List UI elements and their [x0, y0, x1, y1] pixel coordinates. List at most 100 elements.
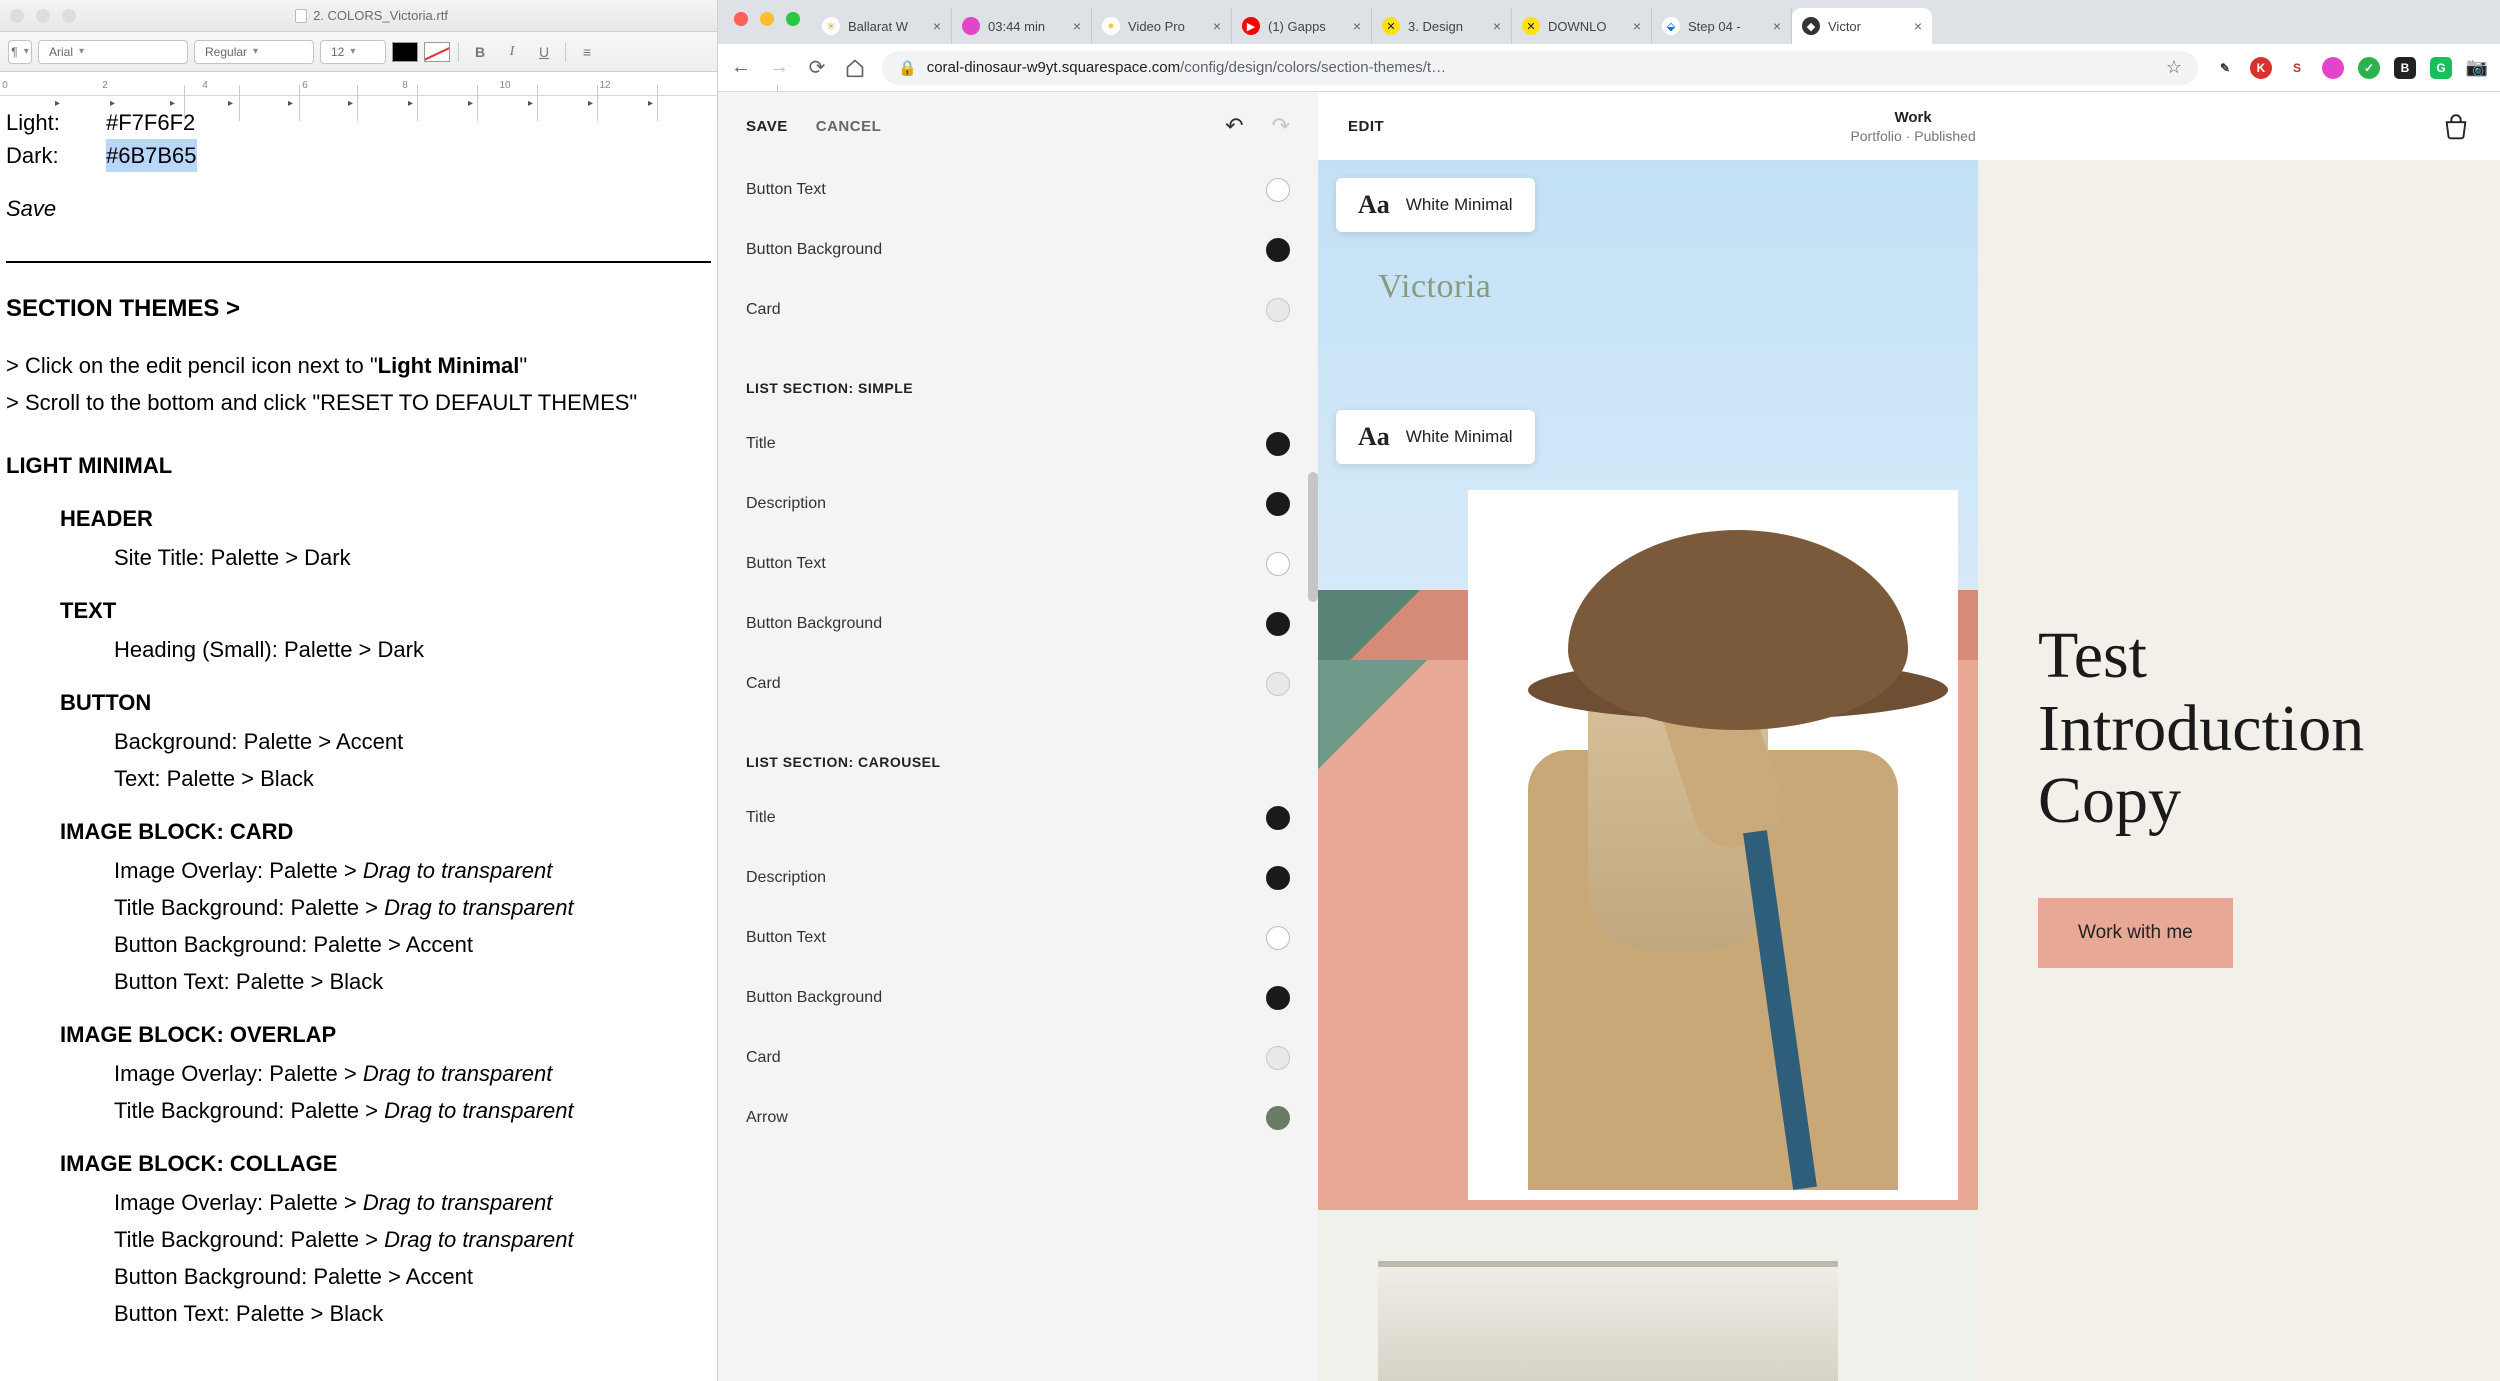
document-body[interactable]: Light:#F7F6F2 Dark:#6B7B65 Save SECTION … [0, 96, 717, 1381]
omnibox[interactable]: 🔒 coral-dinosaur-w9yt.squarespace.com/co… [882, 51, 2198, 85]
reload-button[interactable]: ⟳ [806, 57, 828, 79]
browser-tab[interactable]: ● Video Pro × [1092, 8, 1232, 44]
color-swatch[interactable] [1266, 492, 1290, 516]
close-tab-icon[interactable]: × [1493, 18, 1501, 34]
color-option-row[interactable]: Card [746, 280, 1290, 340]
color-swatch[interactable] [1266, 1106, 1290, 1130]
color-option-label: Button Text [746, 929, 826, 947]
bookmark-star-icon[interactable]: ☆ [2166, 57, 2182, 78]
preview-header: EDIT Work Portfolio · Published [1318, 92, 2500, 160]
undo-button[interactable]: ↶ [1225, 113, 1243, 139]
bold-button[interactable]: B [467, 40, 493, 64]
squarespace-sidebar: SAVE CANCEL ↶ ↷ Button Text Button Backg… [718, 92, 1318, 1381]
theme-badge-1[interactable]: Aa White Minimal [1336, 178, 1535, 232]
browser-tab[interactable]: 03:44 min × [952, 8, 1092, 44]
color-swatch[interactable] [1266, 672, 1290, 696]
home-[interactable] [844, 57, 866, 79]
favicon: ✳ [822, 17, 840, 35]
close-tab-icon[interactable]: × [933, 18, 941, 34]
color-swatch[interactable] [1266, 432, 1290, 456]
theme-badge-2[interactable]: Aa White Minimal [1336, 410, 1535, 464]
browser-tab[interactable]: ◆ Victor × [1792, 8, 1932, 44]
color-swatch[interactable] [1266, 238, 1290, 262]
browser-tab[interactable]: ⬙ Step 04 - × [1652, 8, 1792, 44]
color-option-row[interactable]: Card [746, 1028, 1290, 1088]
edit-button[interactable]: EDIT [1348, 118, 1384, 135]
paragraph-style-select[interactable]: ¶▾ [8, 40, 32, 64]
color-option-row[interactable]: Button Text [746, 160, 1290, 220]
color-option-row[interactable]: Description [746, 848, 1290, 908]
card-l1: Image Overlay: Palette > Drag to transpa… [60, 854, 711, 887]
ruler[interactable]: 0 2 4 6 8 10 12 ▸ ▸ ▸ ▸ ▸ ▸ ▸ ▸ ▸ ▸ ▸ [0, 72, 717, 96]
color-swatch[interactable] [1266, 298, 1290, 322]
color-option-row[interactable]: Description [746, 474, 1290, 534]
align-left-button[interactable]: ≡ [574, 40, 600, 64]
maximize-window-icon[interactable] [786, 12, 800, 26]
ext-k-icon[interactable]: K [2250, 57, 2272, 79]
color-swatch[interactable] [1266, 552, 1290, 576]
browser-tab[interactable]: ✕ DOWNLO × [1512, 8, 1652, 44]
browser-tab[interactable]: ▶ (1) Gapps × [1232, 8, 1372, 44]
theme-badge-1-label: White Minimal [1406, 195, 1513, 215]
ext-pink-icon[interactable] [2322, 57, 2344, 79]
color-option-label: Button Background [746, 241, 882, 259]
text-color-swatch[interactable] [392, 42, 418, 62]
ext-camera-icon[interactable]: 📷 [2466, 57, 2488, 79]
close-tab-icon[interactable]: × [1073, 18, 1081, 34]
color-swatch[interactable] [1266, 926, 1290, 950]
sidebar-options-list[interactable]: Button Text Button Background Card LIST … [718, 160, 1318, 1381]
traffic-lights-inactive[interactable] [10, 9, 76, 23]
font-family-select[interactable]: Arial▾ [38, 40, 188, 64]
color-swatch[interactable] [1266, 612, 1290, 636]
color-option-row[interactable]: Button Text [746, 534, 1290, 594]
browser-tab[interactable]: ✕ 3. Design × [1372, 8, 1512, 44]
font-style-select[interactable]: Regular▾ [194, 40, 314, 64]
save-note: Save [6, 192, 711, 225]
color-option-row[interactable]: Button Text [746, 908, 1290, 968]
color-option-row[interactable]: Title [746, 788, 1290, 848]
color-option-row[interactable]: Button Background [746, 220, 1290, 280]
ext-g-icon[interactable]: G [2430, 57, 2452, 79]
preview-right-section[interactable]: Test Introduction Copy Work with me [1978, 160, 2500, 1381]
close-window-icon[interactable] [734, 12, 748, 26]
color-swatch[interactable] [1266, 178, 1290, 202]
color-swatch[interactable] [1266, 806, 1290, 830]
italic-button[interactable]: I [499, 40, 525, 64]
back-button[interactable]: ← [730, 57, 752, 79]
color-option-row[interactable]: Button Background [746, 968, 1290, 1028]
color-option-row[interactable]: Card [746, 654, 1290, 714]
ext-eyedropper-icon[interactable]: ✎ [2214, 57, 2236, 79]
minimize-window-icon[interactable] [760, 12, 774, 26]
close-tab-icon[interactable]: × [1213, 18, 1221, 34]
close-tab-icon[interactable]: × [1914, 18, 1922, 34]
color-swatch[interactable] [1266, 1046, 1290, 1070]
scrollbar-thumb[interactable] [1308, 472, 1318, 602]
browser-tab[interactable]: ✳ Ballarat W × [812, 8, 952, 44]
underline-button[interactable]: U [531, 40, 557, 64]
image-overlap-heading: IMAGE BLOCK: OVERLAP [60, 1018, 711, 1051]
ext-s-icon[interactable]: S [2286, 57, 2308, 79]
site-brand[interactable]: Victoria [1378, 268, 1491, 306]
color-option-row[interactable]: Button Background [746, 594, 1290, 654]
close-tab-icon[interactable]: × [1633, 18, 1641, 34]
ext-b-icon[interactable]: B [2394, 57, 2416, 79]
cart-icon[interactable] [2442, 114, 2470, 138]
color-option-row[interactable]: Title [746, 414, 1290, 474]
cancel-button[interactable]: CANCEL [816, 118, 882, 135]
color-option-row[interactable]: Arrow [746, 1088, 1290, 1148]
over-l2: Title Background: Palette > Drag to tran… [60, 1094, 711, 1127]
color-swatch[interactable] [1266, 866, 1290, 890]
color-option-label: Description [746, 869, 826, 887]
traffic-lights[interactable] [728, 12, 812, 32]
preview-left-section[interactable]: Aa White Minimal Victoria Aa White Minim… [1318, 160, 1978, 1381]
save-button[interactable]: SAVE [746, 118, 788, 135]
color-option-label: Card [746, 301, 781, 319]
ext-check-icon[interactable]: ✓ [2358, 57, 2380, 79]
dark-value: #6B7B65 [106, 139, 197, 172]
highlight-color-swatch[interactable] [424, 42, 450, 62]
close-tab-icon[interactable]: × [1353, 18, 1361, 34]
font-size-select[interactable]: 12▾ [320, 40, 386, 64]
close-tab-icon[interactable]: × [1773, 18, 1781, 34]
cta-button[interactable]: Work with me [2038, 898, 2233, 968]
color-swatch[interactable] [1266, 986, 1290, 1010]
